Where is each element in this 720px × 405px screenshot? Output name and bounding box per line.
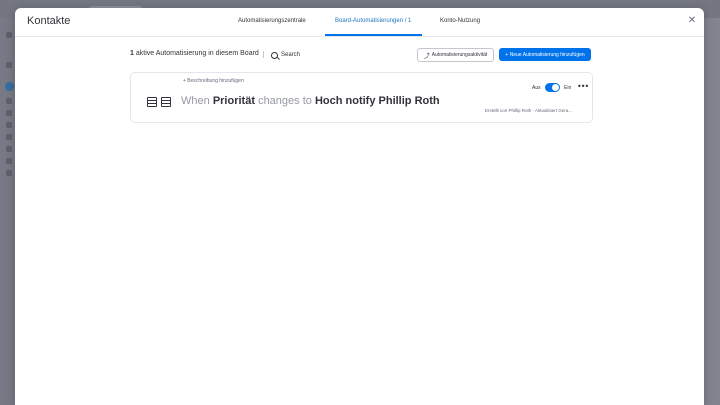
tab-board-automations[interactable]: Board-Automatisierungen / 1 [335, 18, 411, 24]
background-sidebar [0, 18, 16, 405]
status-column-icon [147, 97, 157, 107]
close-icon[interactable]: ✕ [686, 15, 698, 27]
recipe-column: Priorität [212, 95, 255, 107]
automation-count-number: 1 [130, 50, 134, 57]
automation-activity-button[interactable]: ⤴ Automatisierungsaktivität [417, 48, 494, 62]
workspace-avatar [5, 82, 14, 91]
recipe-icons [147, 97, 171, 107]
board-icon [6, 122, 12, 128]
recipe-when: When [181, 95, 210, 107]
search-label: Search [281, 52, 301, 58]
modal-title: Kontakte [27, 15, 71, 27]
board-icon [6, 146, 12, 152]
toggle-on-label: Ein [564, 85, 572, 91]
recipe-action: notify Phillip Roth [345, 95, 440, 107]
automation-recipe[interactable]: When Priorität changes to Hoch notify Ph… [181, 95, 440, 107]
board-icon [6, 134, 12, 140]
automation-count: 1 aktive Automatisierung in diesem Board [130, 50, 259, 57]
status-column-icon [161, 97, 171, 107]
activity-chart-icon: ⤴ [423, 53, 430, 60]
automation-count-label: aktive Automatisierung in diesem Board [135, 50, 259, 57]
automation-activity-label: Automatisierungsaktivität [431, 52, 488, 58]
toggle-knob [552, 84, 559, 91]
automation-card[interactable]: + Beschreibung hinzufügen When Priorität… [130, 72, 593, 123]
recipe-value: Hoch [314, 95, 343, 107]
home-icon [6, 32, 12, 38]
search-icon [271, 51, 278, 59]
tab-account-usage[interactable]: Konto-Nutzung [440, 18, 480, 24]
tab-automation-center[interactable]: Automatisierungszentrale [238, 18, 306, 24]
search-button[interactable]: Search [271, 50, 300, 60]
workspace-icon [6, 62, 12, 68]
board-icon [6, 158, 12, 164]
background-board-edge [704, 18, 720, 405]
board-icon [6, 170, 12, 176]
more-options-icon[interactable]: ••• [577, 82, 589, 91]
automation-meta: Erstellt von Phillip Roth · Aktualisiert… [485, 108, 573, 113]
recipe-changes-to: changes to [258, 95, 312, 107]
toggle-off-label: Aus [532, 85, 541, 91]
active-tab-indicator [325, 34, 422, 36]
automations-modal: Kontakte Automatisierungszentrale Board-… [15, 8, 704, 405]
toolbar-divider [263, 51, 264, 58]
add-automation-button[interactable]: + Neue Automatisierung hinzufügen [499, 48, 591, 61]
board-icon [6, 110, 12, 116]
add-description-link[interactable]: + Beschreibung hinzufügen [183, 78, 244, 84]
automation-toggle[interactable] [545, 83, 560, 92]
board-icon [6, 98, 12, 104]
modal-header: Kontakte Automatisierungszentrale Board-… [15, 8, 704, 37]
